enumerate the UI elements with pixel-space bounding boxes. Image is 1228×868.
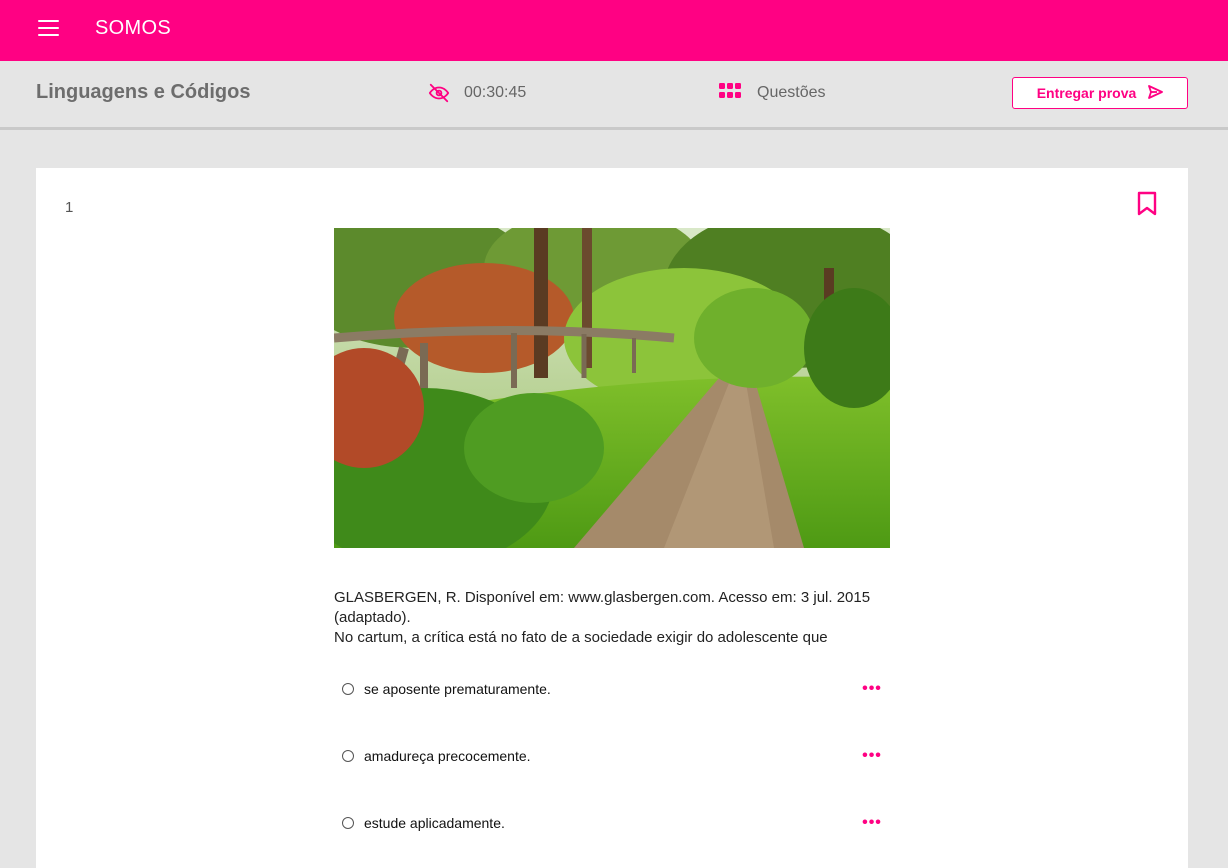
answer-option[interactable]: estude aplicadamente. ••• (334, 808, 890, 838)
submit-label: Entregar prova (1036, 85, 1137, 101)
grid-icon (719, 82, 741, 104)
answer-option[interactable]: amadureça precocemente. ••• (334, 741, 890, 771)
question-card: 1 GLASBERGEN, R. Disponível em: www.glas… (36, 168, 1188, 868)
radio-button[interactable] (342, 817, 354, 829)
timer-value: 00:30:45 (464, 84, 527, 101)
radio-button[interactable] (342, 683, 354, 695)
source-citation: GLASBERGEN, R. Disponível em: www.glasbe… (334, 589, 871, 626)
option-text: amadureça precocemente. (364, 748, 531, 764)
brand-title: SOMOS (95, 17, 171, 39)
option-text: se aposente prematuramente. (364, 681, 551, 697)
more-horizontal-icon[interactable]: ••• (862, 813, 882, 833)
answer-option[interactable]: se aposente prematuramente. ••• (334, 674, 890, 704)
question-image (334, 228, 890, 548)
bookmark-icon[interactable] (1136, 191, 1158, 222)
submit-exam-button[interactable]: Entregar prova (1012, 77, 1188, 109)
timer: 00:30:45 (428, 81, 526, 105)
radio-button[interactable] (342, 750, 354, 762)
question-prompt: No cartum, a crítica está no fato de a s… (334, 629, 828, 646)
question-text: GLASBERGEN, R. Disponível em: www.glasbe… (334, 588, 894, 648)
app-bar: SOMOS (0, 0, 1228, 61)
eye-off-icon[interactable] (428, 82, 450, 104)
option-text: estude aplicadamente. (364, 815, 505, 831)
exam-header: Linguagens e Códigos 00:30:45 Questões E… (0, 61, 1228, 130)
send-icon (1148, 84, 1164, 102)
subject-title: Linguagens e Códigos (36, 81, 251, 103)
questions-label: Questões (757, 84, 826, 101)
menu-icon[interactable] (36, 18, 60, 38)
more-horizontal-icon[interactable]: ••• (862, 746, 882, 766)
more-horizontal-icon[interactable]: ••• (862, 679, 882, 699)
questions-button[interactable]: Questões (719, 81, 825, 105)
question-number: 1 (65, 199, 74, 216)
